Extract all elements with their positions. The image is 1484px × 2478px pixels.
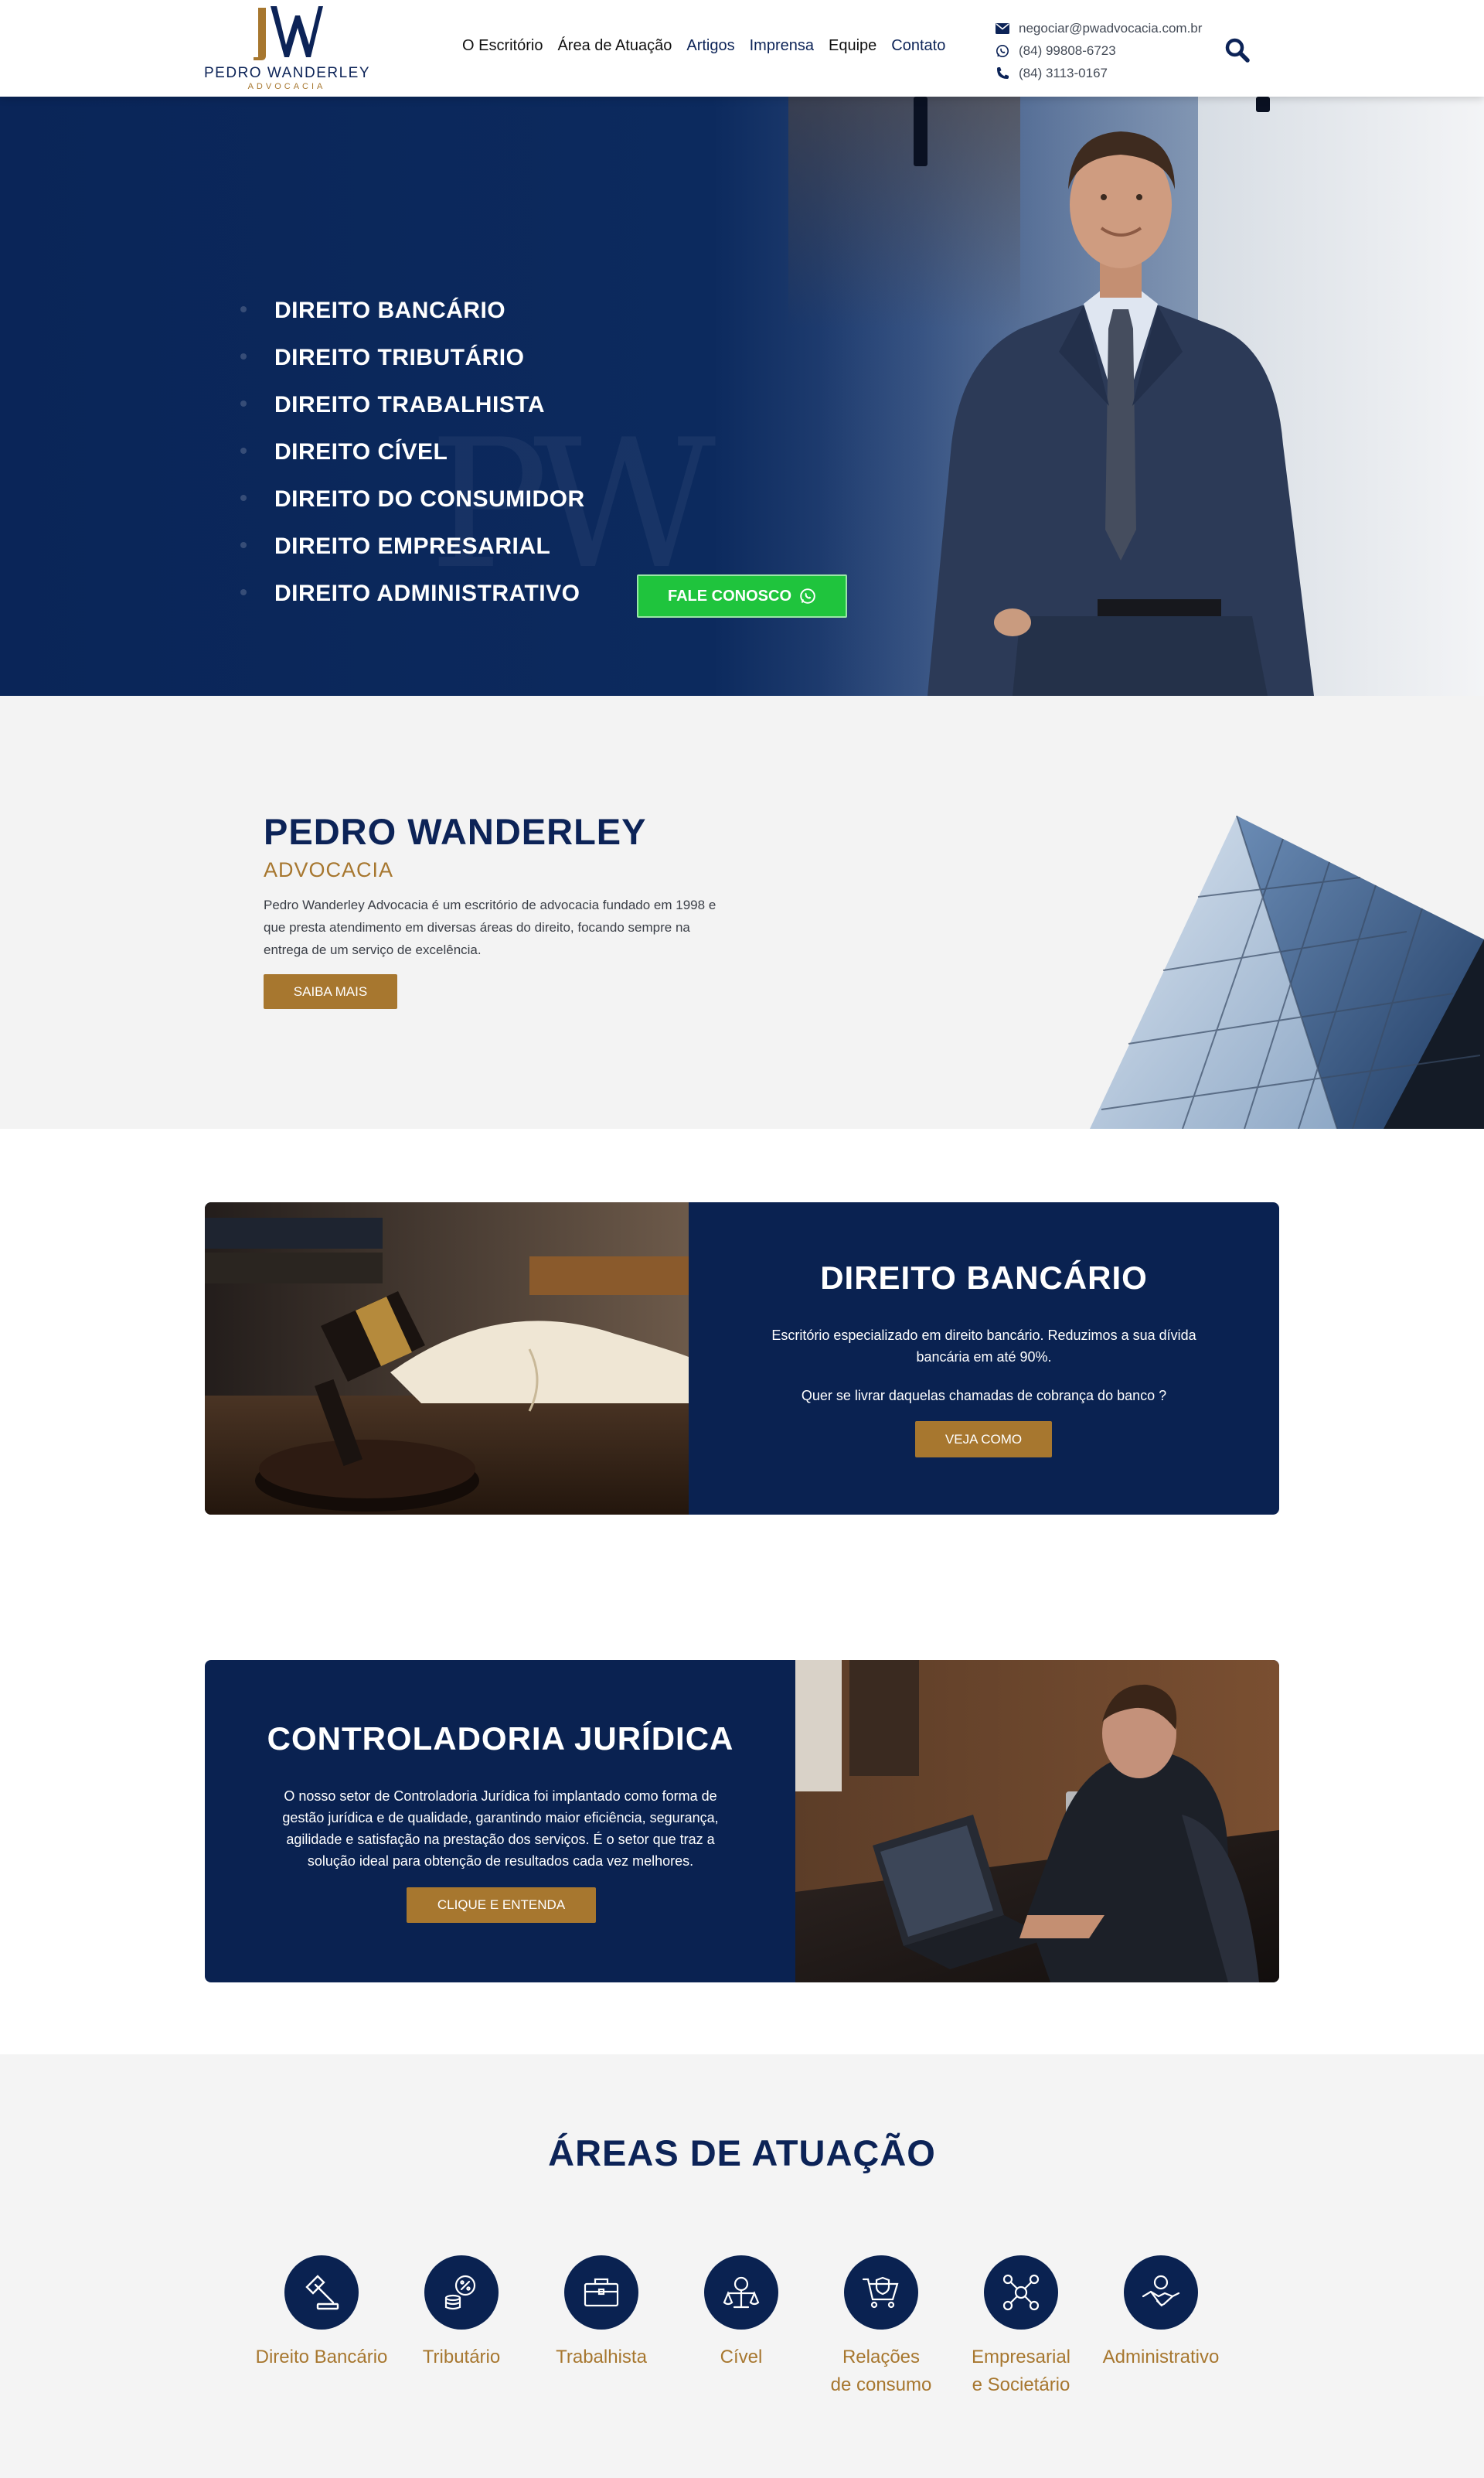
brand-logo[interactable]: PEDRO WANDERLEY ADVOCACIA bbox=[204, 2, 369, 93]
contact-info: negociar@pwadvocacia.com.br (84) 99808-6… bbox=[994, 17, 1202, 84]
search-icon bbox=[1225, 38, 1250, 63]
see-how-button[interactable]: VEJA COMO bbox=[915, 1421, 1052, 1457]
gavel-icon bbox=[284, 2255, 359, 2330]
contact-phone-text: (84) 3113-0167 bbox=[1019, 65, 1108, 80]
nav-item-contato[interactable]: Contato bbox=[891, 37, 945, 55]
contact-email[interactable]: negociar@pwadvocacia.com.br bbox=[994, 17, 1202, 39]
shopping-cart-shield-icon bbox=[844, 2255, 918, 2330]
briefcase-icon bbox=[564, 2255, 638, 2330]
banking-law-card: DIREITO BANCÁRIO Escritório especializad… bbox=[205, 1202, 1279, 1515]
lawyer-at-laptop-image bbox=[795, 1660, 1279, 1982]
nav-item-artigos[interactable]: Artigos bbox=[686, 37, 734, 55]
area-label: Relações de consumo bbox=[830, 2347, 932, 2395]
area-label: Empresarial e Societário bbox=[971, 2347, 1071, 2395]
banking-title: DIREITO BANCÁRIO bbox=[820, 1259, 1148, 1296]
contact-email-text: negociar@pwadvocacia.com.br bbox=[1019, 20, 1203, 36]
brand-subtitle: ADVOCACIA bbox=[247, 82, 326, 91]
controllership-title: CONTROLADORIA JURÍDICA bbox=[267, 1720, 734, 1757]
hero-area-item: DIREITO BANCÁRIO bbox=[240, 298, 585, 345]
contact-whatsapp-text: (84) 99808-6723 bbox=[1019, 43, 1116, 58]
area-item-civil[interactable]: Cível bbox=[664, 2255, 819, 2371]
search-button[interactable] bbox=[1224, 36, 1251, 64]
click-understand-label: CLIQUE E ENTENDA bbox=[437, 1897, 566, 1912]
hero-banner: PW DIREITO BANCÁRIO DIREITO TRIBUTÁRIO D… bbox=[0, 97, 1484, 696]
area-item-labor[interactable]: Trabalhista bbox=[524, 2255, 679, 2371]
hero-area-item: DIREITO TRABALHISTA bbox=[240, 392, 585, 439]
area-item-tax[interactable]: Tributário bbox=[384, 2255, 539, 2371]
handshake-icon bbox=[1124, 2255, 1198, 2330]
nav-item-area-atuacao[interactable]: Área de Atuação bbox=[557, 37, 672, 55]
coins-percent-icon bbox=[424, 2255, 499, 2330]
scales-icon bbox=[704, 2255, 778, 2330]
nav-item-imprensa[interactable]: Imprensa bbox=[750, 37, 814, 55]
area-label: Direito Bancário bbox=[255, 2347, 388, 2367]
learn-more-label: SAIBA MAIS bbox=[293, 983, 368, 999]
area-item-banking[interactable]: Direito Bancário bbox=[244, 2255, 399, 2371]
lawyer-portrait bbox=[928, 131, 1314, 696]
envelope-icon bbox=[994, 21, 1011, 36]
about-subtitle: ADVOCACIA bbox=[264, 858, 394, 881]
banking-question: Quer se livrar daquelas chamadas de cobr… bbox=[801, 1388, 1167, 1403]
about-title: PEDRO WANDERLEY bbox=[264, 811, 647, 852]
area-item-corporate[interactable]: Empresarial e Societário bbox=[944, 2255, 1098, 2399]
banking-description: Escritório especializado em direito banc… bbox=[771, 1328, 1196, 1365]
area-label: Trabalhista bbox=[556, 2347, 647, 2367]
area-item-consumer[interactable]: Relações de consumo bbox=[804, 2255, 958, 2399]
whatsapp-icon bbox=[800, 588, 815, 604]
see-how-label: VEJA COMO bbox=[945, 1431, 1023, 1447]
click-understand-button[interactable]: CLIQUE E ENTENDA bbox=[407, 1887, 596, 1923]
legal-controllership-card: CONTROLADORIA JURÍDICA O nosso setor de … bbox=[205, 1660, 1279, 1982]
area-label: Cível bbox=[720, 2347, 763, 2367]
area-label: Tributário bbox=[422, 2347, 501, 2367]
contact-phone[interactable]: (84) 3113-0167 bbox=[994, 62, 1202, 84]
site-header: PEDRO WANDERLEY ADVOCACIA O Escritório Á… bbox=[0, 0, 1484, 97]
whatsapp-icon bbox=[994, 43, 1011, 59]
hero-area-item: DIREITO ADMINISTRATIVO bbox=[240, 581, 585, 628]
controllership-description: O nosso setor de Controladoria Jurídica … bbox=[282, 1788, 719, 1869]
contact-whatsapp[interactable]: (84) 99808-6723 bbox=[994, 39, 1202, 62]
hero-area-item: DIREITO CÍVEL bbox=[240, 439, 585, 486]
practice-areas-list: DIREITO BANCÁRIO DIREITO TRIBUTÁRIO DIRE… bbox=[240, 298, 585, 628]
about-description: Pedro Wanderley Advocacia é um escritóri… bbox=[264, 898, 716, 957]
contact-us-button[interactable]: FALE CONOSCO bbox=[637, 574, 847, 618]
phone-icon bbox=[994, 66, 1011, 81]
network-people-icon bbox=[984, 2255, 1058, 2330]
pw-monogram-icon bbox=[254, 6, 323, 60]
glass-building-image bbox=[1090, 816, 1484, 1129]
nav-item-escritorio[interactable]: O Escritório bbox=[462, 37, 543, 55]
about-section: PEDRO WANDERLEY ADVOCACIA Pedro Wanderle… bbox=[0, 696, 1484, 1129]
area-label: Administrativo bbox=[1102, 2347, 1220, 2367]
practice-areas-section: ÁREAS DE ATUAÇÃO Direito Bancário Tribut… bbox=[0, 2054, 1484, 2478]
learn-more-button[interactable]: SAIBA MAIS bbox=[264, 974, 397, 1009]
main-nav: O Escritório Área de Atuação Artigos Imp… bbox=[462, 37, 945, 55]
nav-item-equipe[interactable]: Equipe bbox=[829, 37, 876, 55]
hero-area-item: DIREITO TRIBUTÁRIO bbox=[240, 345, 585, 392]
hero-area-item: DIREITO EMPRESARIAL bbox=[240, 533, 585, 581]
brand-name: PEDRO WANDERLEY bbox=[204, 65, 370, 81]
hero-area-item: DIREITO DO CONSUMIDOR bbox=[240, 486, 585, 533]
areas-title: ÁREAS DE ATUAÇÃO bbox=[548, 2132, 936, 2173]
gavel-image bbox=[205, 1202, 689, 1515]
contact-us-label: FALE CONOSCO bbox=[667, 587, 791, 605]
area-item-administrative[interactable]: Administrativo bbox=[1084, 2255, 1238, 2371]
